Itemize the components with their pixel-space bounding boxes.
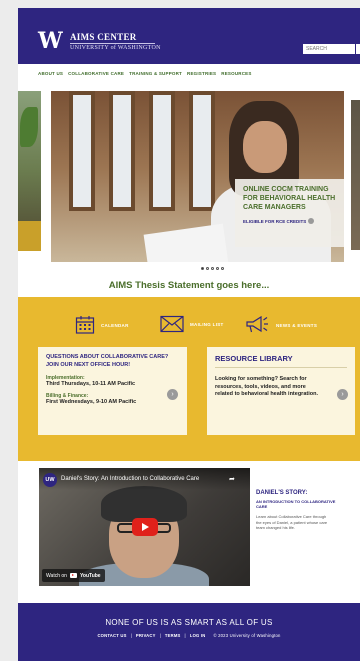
calendar-icon xyxy=(75,316,95,334)
mailing-list-label: MAILING LIST xyxy=(190,321,224,327)
slide-caption: ONLINE COCM TRAINING FOR BEHAVIORAL HEAL… xyxy=(235,179,344,247)
nav-item-about[interactable]: ABOUT US xyxy=(38,71,63,76)
search-button[interactable] xyxy=(356,44,360,54)
footer-link-terms[interactable]: TERMS xyxy=(165,633,181,638)
story-body: Learn about Collaborative Care through t… xyxy=(256,514,328,530)
resource-library-body: Looking for something? Search for resour… xyxy=(215,376,318,397)
carousel-dot[interactable] xyxy=(221,267,224,270)
footer-link-login[interactable]: LOG IN xyxy=(190,633,206,638)
calendar-label: CALENDAR xyxy=(101,322,129,328)
copyright: © 2023 University of Washington xyxy=(213,633,281,638)
footer-link-contact[interactable]: CONTACT US xyxy=(97,633,126,638)
logo-divider xyxy=(70,43,155,44)
page: W AIMS CENTER UNIVERSITY of WASHINGTON A… xyxy=(18,8,360,661)
youtube-label: YouTube xyxy=(79,572,101,579)
footer-link-privacy[interactable]: PRIVACY xyxy=(136,633,156,638)
carousel-slide[interactable]: ONLINE COCM TRAINING FOR BEHAVIORAL HEAL… xyxy=(51,91,344,262)
nav-item-resources[interactable]: RESOURCES xyxy=(221,71,251,76)
nav-item-registries[interactable]: REGISTRIES xyxy=(187,71,216,76)
window-image xyxy=(189,91,215,211)
calendar-link[interactable]: CALENDAR xyxy=(75,315,129,335)
carousel-dot[interactable] xyxy=(201,267,204,270)
main-nav: ABOUT US COLLABORATIVE CARE TRAINING & S… xyxy=(38,71,252,76)
office-hours-heading[interactable]: QUESTIONS ABOUT COLLABORATIVE CARE? JOIN… xyxy=(46,354,179,369)
share-icon[interactable]: ➦ xyxy=(229,475,235,483)
play-button[interactable] xyxy=(132,518,158,536)
nav-item-training[interactable]: TRAINING & SUPPORT xyxy=(129,71,182,76)
resource-library-arrow-button[interactable]: › xyxy=(337,389,348,400)
mailing-list-link[interactable]: MAILING LIST xyxy=(160,315,224,333)
arrow-icon xyxy=(308,218,315,224)
footer-separator: | xyxy=(130,633,132,638)
site-footer: NONE OF US IS AS SMART AS ALL OF US CONT… xyxy=(18,603,360,661)
carousel-dots xyxy=(201,267,224,270)
channel-avatar[interactable]: UW xyxy=(43,473,57,487)
site-title[interactable]: AIMS CENTER xyxy=(70,32,137,42)
carousel-dot[interactable] xyxy=(211,267,214,270)
window-image xyxy=(69,91,95,211)
office-hours-arrow-button[interactable]: › xyxy=(167,389,178,400)
slide-title[interactable]: ONLINE COCM TRAINING FOR BEHAVIORAL HEAL… xyxy=(243,185,338,212)
footer-links: CONTACT US | PRIVACY | TERMS | LOG IN © 2023 Un… xyxy=(18,633,360,638)
resources-band: CALENDAR MAILING LIST NEWS & EVENTS QUES… xyxy=(18,297,360,461)
thesis-statement: AIMS Thesis Statement goes here... xyxy=(108,280,270,291)
resource-library-card: RESOURCE LIBRARY Looking for something? … xyxy=(207,347,355,435)
megaphone-icon xyxy=(246,315,268,333)
uw-logo-mark[interactable]: W xyxy=(38,30,63,52)
story-heading: DANIEL'S STORY: xyxy=(256,490,308,496)
carousel-dot[interactable] xyxy=(216,267,219,270)
slide-cta-label: ELIGIBLE FOR RCE CREDITS xyxy=(243,218,307,224)
plant-image xyxy=(20,107,38,147)
site-header: W AIMS CENTER UNIVERSITY of WASHINGTON xyxy=(18,8,360,64)
carousel-next-slide[interactable] xyxy=(351,100,360,250)
site-subtitle: UNIVERSITY of WASHINGTON xyxy=(70,45,161,51)
person-face xyxy=(243,121,287,173)
billing-time: First Wednesdays, 9-10 AM Pacific xyxy=(46,398,137,405)
nav-item-collaborative-care[interactable]: COLLABORATIVE CARE xyxy=(68,71,124,76)
watch-on-label: Watch on xyxy=(46,572,67,579)
story-subheading: AN INTRODUCTION TO COLLABORATIVE CARE xyxy=(256,499,336,509)
news-events-link[interactable]: NEWS & EVENTS xyxy=(244,315,317,335)
resource-library-heading[interactable]: RESOURCE LIBRARY xyxy=(215,354,347,368)
youtube-icon xyxy=(69,573,77,578)
video-title[interactable]: Daniel's Story: An Introduction to Colla… xyxy=(61,476,199,482)
carousel-prev-slide[interactable] xyxy=(18,91,41,251)
footer-separator: | xyxy=(184,633,186,638)
window-image xyxy=(149,91,175,211)
implementation-time: Third Thursdays, 10-11 AM Pacific xyxy=(46,381,136,387)
watch-on-youtube-button[interactable]: Watch on YouTube xyxy=(42,569,105,582)
video-player[interactable]: UW Daniel's Story: An Introduction to Co… xyxy=(39,468,250,586)
window-image xyxy=(109,91,135,211)
footer-separator: | xyxy=(159,633,161,638)
footer-headline: NONE OF US IS AS SMART AS ALL OF US xyxy=(105,618,273,627)
carousel-dot[interactable] xyxy=(206,267,209,270)
slide-cta[interactable]: ELIGIBLE FOR RCE CREDITS xyxy=(243,218,338,224)
news-events-label: NEWS & EVENTS xyxy=(276,322,318,328)
envelope-icon xyxy=(160,315,184,333)
video-person-hat xyxy=(101,486,187,522)
slide-band xyxy=(18,221,41,251)
office-hours-card: QUESTIONS ABOUT COLLABORATIVE CARE? JOIN… xyxy=(38,347,187,435)
search-input[interactable] xyxy=(303,44,355,54)
